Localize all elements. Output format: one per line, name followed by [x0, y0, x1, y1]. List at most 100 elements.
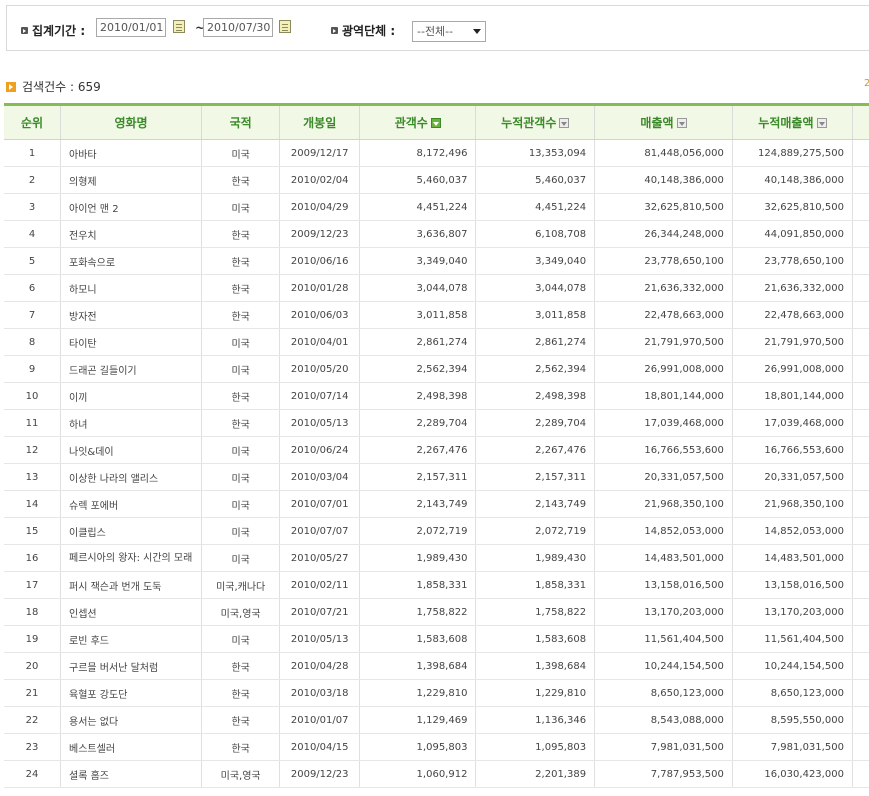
table-row[interactable]: 19 로빈 후드 미국 2010/05/13 1,583,608 1,583,608 11,…	[4, 625, 869, 653]
cell-rank: 23	[4, 733, 61, 761]
cell-nationality: 한국	[200, 706, 280, 734]
cell-audience: 2,498,398	[359, 382, 476, 410]
cell-title[interactable]: 베스트셀러	[60, 733, 202, 761]
table-row[interactable]: 1 아바타 미국 2009/12/17 8,172,496 13,353,094 81,44…	[4, 139, 869, 167]
table-row[interactable]: 18 인셉션 미국,영국 2010/07/21 1,758,822 1,758,822 13…	[4, 598, 869, 626]
cell-cumulative-revenue: 16,030,423,000	[731, 760, 853, 788]
cell-release-date: 2010/02/04	[279, 166, 360, 194]
cell-cumulative-revenue: 124,889,275,500	[731, 139, 853, 167]
table-row[interactable]: 4 전우치 한국 2009/12/23 3,636,807 6,108,708 26,344…	[4, 220, 869, 248]
table-row[interactable]: 21 육혈포 강도단 한국 2010/03/18 1,229,810 1,229,810 8…	[4, 679, 869, 707]
cell-rank: 3	[4, 193, 61, 221]
cell-title[interactable]: 하녀	[60, 409, 202, 437]
cell-audience: 1,060,912	[359, 760, 476, 788]
sort-icon[interactable]	[559, 118, 570, 128]
cell-title[interactable]: 포화속으로	[60, 247, 202, 275]
table-row[interactable]: 15 이클립스 미국 2010/07/07 2,072,719 2,072,719 14,8…	[4, 517, 869, 545]
cell-title[interactable]: 이클립스	[60, 517, 202, 545]
cell-title[interactable]: 구르믈 버서난 달처럼	[60, 652, 202, 680]
cell-title[interactable]: 하모니	[60, 274, 202, 302]
header-cumulative-revenue: 누적매출액	[731, 103, 853, 140]
cell-title[interactable]: 나잇&데이	[60, 436, 202, 464]
cell-title[interactable]: 방자전	[60, 301, 202, 329]
cell-cumulative-revenue: 13,170,203,000	[731, 598, 853, 626]
header-cumulative-audience: 누적관객수	[475, 103, 595, 140]
date-to-input[interactable]: 2010/07/30	[203, 18, 273, 37]
cell-title[interactable]: 이상한 나라의 앨리스	[60, 463, 202, 491]
cell-title[interactable]: 페르시아의 왕자: 시간의 모래	[60, 544, 202, 572]
table-row[interactable]: 13 이상한 나라의 앨리스 미국 2010/03/04 2,157,311 2,157,…	[4, 463, 869, 491]
cell-audience: 1,129,469	[359, 706, 476, 734]
cell-nationality: 미국,캐나다	[200, 571, 280, 599]
cell-title[interactable]: 인셉션	[60, 598, 202, 626]
table-row[interactable]: 23 베스트셀러 한국 2010/04/15 1,095,803 1,095,803 7,9…	[4, 733, 869, 761]
calendar-icon[interactable]	[279, 20, 291, 33]
cell-title[interactable]: 용서는 없다	[60, 706, 202, 734]
cell-release-date: 2010/06/24	[279, 436, 360, 464]
cell-cumulative-audience: 4,451,224	[475, 193, 595, 221]
cell-rank: 8	[4, 328, 61, 356]
cell-audience: 4,451,224	[359, 193, 476, 221]
table-row[interactable]: 17 퍼시 잭슨과 번개 도둑 미국,캐나다 2010/02/11 1,858,331 1…	[4, 571, 869, 599]
date-from-input[interactable]: 2010/01/01	[96, 18, 166, 37]
cell-cumulative-revenue: 40,148,386,000	[731, 166, 853, 194]
search-filter-bar: 집계기간 : 2010/01/01 ~ 2010/07/30 광역단체 : --…	[6, 5, 869, 51]
sort-icon[interactable]	[676, 118, 687, 128]
cell-cumulative-audience: 2,157,311	[475, 463, 595, 491]
cell-release-date: 2010/04/15	[279, 733, 360, 761]
cell-extra	[851, 625, 869, 653]
cell-audience: 3,349,040	[359, 247, 476, 275]
cell-title[interactable]: 타이탄	[60, 328, 202, 356]
cell-cumulative-audience: 2,861,274	[475, 328, 595, 356]
cell-title[interactable]: 전우치	[60, 220, 202, 248]
table-row[interactable]: 11 하녀 한국 2010/05/13 2,289,704 2,289,704 17,039…	[4, 409, 869, 437]
sort-icon[interactable]	[430, 118, 441, 128]
cell-title[interactable]: 의형제	[60, 166, 202, 194]
table-row[interactable]: 24 셜록 홈즈 미국,영국 2009/12/23 1,060,912 2,201,389…	[4, 760, 869, 788]
cell-title[interactable]: 육혈포 강도단	[60, 679, 202, 707]
cell-title[interactable]: 이끼	[60, 382, 202, 410]
cell-cumulative-revenue: 21,636,332,000	[731, 274, 853, 302]
table-row[interactable]: 9 드래곤 길들이기 미국 2010/05/20 2,562,394 2,562,394 2…	[4, 355, 869, 383]
table-row[interactable]: 3 아이언 맨 2 미국 2010/04/29 4,451,224 4,451,224 32…	[4, 193, 869, 221]
table-row[interactable]: 14 슈렉 포에버 미국 2010/07/01 2,143,749 2,143,749 21…	[4, 490, 869, 518]
cell-extra	[851, 139, 869, 167]
table-row[interactable]: 7 방자전 한국 2010/06/03 3,011,858 3,011,858 22,478…	[4, 301, 869, 329]
region-select[interactable]: --전체--	[412, 21, 486, 42]
cell-cumulative-revenue: 26,991,008,000	[731, 355, 853, 383]
cell-title[interactable]: 드래곤 길들이기	[60, 355, 202, 383]
cell-cumulative-revenue: 23,778,650,100	[731, 247, 853, 275]
cell-title[interactable]: 로빈 후드	[60, 625, 202, 653]
table-row[interactable]: 16 페르시아의 왕자: 시간의 모래 미국 2010/05/27 1,989,430 1…	[4, 544, 869, 572]
cell-title[interactable]: 아이언 맨 2	[60, 193, 202, 221]
table-row[interactable]: 5 포화속으로 한국 2010/06/16 3,349,040 3,349,040 23,7…	[4, 247, 869, 275]
table-row[interactable]: 2 의형제 한국 2010/02/04 5,460,037 5,460,037 40,148…	[4, 166, 869, 194]
table-row[interactable]: 12 나잇&데이 미국 2010/06/24 2,267,476 2,267,476 16,…	[4, 436, 869, 464]
cell-rank: 20	[4, 652, 61, 680]
cell-title[interactable]: 퍼시 잭슨과 번개 도둑	[60, 571, 202, 599]
table-row[interactable]: 10 이끼 한국 2010/07/14 2,498,398 2,498,398 18,801…	[4, 382, 869, 410]
cell-extra	[851, 193, 869, 221]
cell-extra	[851, 409, 869, 437]
cell-audience: 3,011,858	[359, 301, 476, 329]
sort-icon[interactable]	[816, 118, 827, 128]
corner-mark: 2	[864, 78, 869, 89]
table-row[interactable]: 20 구르믈 버서난 달처럼 한국 2010/04/28 1,398,684 1,398,…	[4, 652, 869, 680]
cell-revenue: 17,039,468,000	[594, 409, 733, 437]
cell-cumulative-revenue: 14,483,501,000	[731, 544, 853, 572]
cell-title[interactable]: 셜록 홈즈	[60, 760, 202, 788]
cell-extra	[851, 544, 869, 572]
calendar-icon[interactable]	[173, 20, 185, 33]
header-audience: 관객수	[359, 103, 476, 140]
table-row[interactable]: 22 용서는 없다 한국 2010/01/07 1,129,469 1,136,346 8,…	[4, 706, 869, 734]
cell-extra	[851, 571, 869, 599]
chevron-down-icon[interactable]	[469, 22, 485, 41]
cell-title[interactable]: 아바타	[60, 139, 202, 167]
cell-cumulative-revenue: 21,791,970,500	[731, 328, 853, 356]
cell-title[interactable]: 슈렉 포에버	[60, 490, 202, 518]
cell-cumulative-audience: 13,353,094	[475, 139, 595, 167]
cell-nationality: 한국	[200, 220, 280, 248]
table-row[interactable]: 8 타이탄 미국 2010/04/01 2,861,274 2,861,274 21,791…	[4, 328, 869, 356]
table-row[interactable]: 6 하모니 한국 2010/01/28 3,044,078 3,044,078 21,636…	[4, 274, 869, 302]
cell-revenue: 23,778,650,100	[594, 247, 733, 275]
